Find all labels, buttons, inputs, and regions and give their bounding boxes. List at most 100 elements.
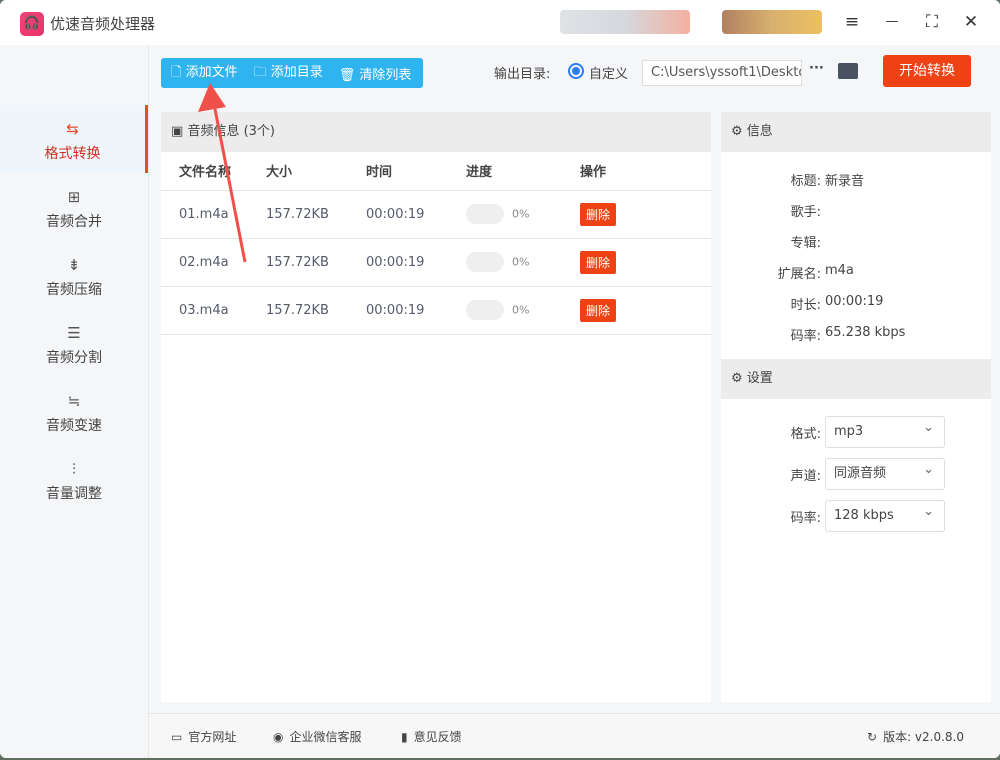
settings-header: ⚙ 设置 — [721, 359, 991, 399]
refresh-icon: ↻ — [867, 729, 878, 744]
progress-text: 0% — [512, 207, 530, 221]
add-file-button[interactable]: 🗋 添加文件 — [171, 61, 238, 85]
image-icon: ▣ — [171, 124, 184, 139]
clear-list-button[interactable]: 🗑 清除列表 — [339, 64, 412, 83]
sidebar: ⇆ 格式转换 ⊞ 音频合并 ⇟ 音频压缩 ☰ 音频分割 ≒ 音频变速 ⫶ 音量调整 — [0, 45, 148, 758]
file-panel-title: 音频信息 — [187, 124, 240, 139]
delete-button[interactable]: 删除 — [580, 202, 617, 226]
feedback-link[interactable]: ▮ 意见反馈 — [401, 728, 462, 745]
custom-radio[interactable] — [568, 63, 584, 79]
gear-icon: ⚙ — [731, 124, 743, 139]
progress-bar — [466, 300, 504, 320]
output-dir-label: 输出目录: — [494, 67, 551, 82]
table-row: 03.m4a 157.72KB 00:00:19 0% 删除 — [161, 286, 711, 335]
sidebar-item-compress[interactable]: ⇟ 音频压缩 — [0, 241, 148, 309]
sidebar-item-speed[interactable]: ≒ 音频变速 — [0, 377, 148, 445]
file-name: 01.m4a — [161, 190, 266, 239]
delete-button[interactable]: 删除 — [580, 250, 617, 274]
sidebar-item-format-convert[interactable]: ⇆ 格式转换 — [0, 105, 148, 173]
close-icon[interactable]: ✕ — [959, 10, 983, 34]
folder-icon[interactable] — [838, 63, 858, 79]
split-icon: ☰ — [67, 324, 81, 342]
speed-icon: ≒ — [67, 392, 81, 410]
col-size: 大小 — [266, 152, 366, 191]
table-header: 文件名称 大小 时间 进度 操作 — [161, 152, 711, 191]
maximize-icon[interactable]: ⛶ — [920, 10, 944, 34]
setting-key: 格式: — [790, 427, 821, 442]
sidebar-item-label: 音频变速 — [46, 418, 102, 434]
wechat-label: 企业微信客服 — [289, 730, 362, 744]
info-key: 歌手: — [790, 205, 821, 220]
col-action: 操作 — [580, 152, 711, 191]
feedback-icon: ▮ — [401, 729, 408, 744]
setting-row: 声道: 同源音频 — [721, 455, 991, 490]
volume-icon: ⫶ — [72, 460, 76, 478]
bitrate-select[interactable]: 128 kbps — [825, 497, 945, 532]
progress-text: 0% — [512, 255, 530, 269]
setting-row: 格式: mp3 — [721, 413, 991, 448]
more-button[interactable]: ··· — [809, 61, 824, 76]
info-value: 新录音 — [825, 174, 865, 189]
file-panel-header: ▣ 音频信息 (3个) — [161, 112, 711, 152]
wechat-link[interactable]: ◉ 企业微信客服 — [273, 728, 362, 745]
info-value: 65.238 kbps — [825, 325, 906, 340]
progress-bar — [466, 204, 504, 224]
version-info[interactable]: ↻ 版本: v2.0.8.0 — [867, 728, 964, 745]
setting-key: 声道: — [790, 469, 821, 484]
blurred-account — [560, 10, 690, 34]
sidebar-item-label: 音频压缩 — [46, 282, 102, 298]
info-value: 00:00:19 — [825, 294, 884, 309]
col-time: 时间 — [366, 152, 466, 191]
channel-select[interactable]: 同源音频 — [825, 455, 945, 490]
info-key: 标题: — [790, 174, 821, 189]
merge-icon: ⊞ — [67, 188, 81, 206]
output-path-field[interactable]: C:\Users\yssoft1\Desktop — [642, 60, 802, 86]
version-label: 版本: v2.0.8.0 — [883, 730, 965, 744]
blurred-avatar — [722, 10, 822, 34]
website-link[interactable]: ▭ 官方网址 — [171, 728, 236, 745]
settings-title: 设置 — [746, 371, 773, 386]
file-size: 157.72KB — [266, 190, 366, 239]
info-value: m4a — [825, 263, 854, 278]
file-table: 文件名称 大小 时间 进度 操作 01.m4a 157.72KB 00:00:19 0… — [161, 152, 711, 335]
headphones-icon: 🎧 — [20, 12, 44, 36]
sidebar-item-split[interactable]: ☰ 音频分割 — [0, 309, 148, 377]
start-convert-button[interactable]: 开始转换 — [883, 55, 971, 87]
minimize-icon[interactable]: — — [880, 10, 904, 34]
file-time: 00:00:19 — [366, 238, 466, 287]
main-area: 🗋 添加文件 🗀 添加目录 🗑 清除列表 输出目录: 自定义 C:\Users\… — [148, 45, 1000, 758]
info-key: 码率: — [790, 329, 821, 344]
file-time: 00:00:19 — [366, 286, 466, 335]
col-name: 文件名称 — [161, 152, 266, 191]
info-header: ⚙ 信息 — [721, 112, 991, 152]
file-size: 157.72KB — [266, 238, 366, 287]
file-size: 157.72KB — [266, 286, 366, 335]
feedback-label: 意见反馈 — [413, 730, 462, 744]
website-label: 官方网址 — [188, 730, 237, 744]
file-toolbar: 🗋 添加文件 🗀 添加目录 🗑 清除列表 — [161, 58, 423, 88]
sidebar-item-merge[interactable]: ⊞ 音频合并 — [0, 173, 148, 241]
progress-cell: 0% — [466, 190, 580, 239]
file-time: 00:00:19 — [366, 190, 466, 239]
clear-list-label: 清除列表 — [359, 67, 412, 83]
col-progress: 进度 — [466, 152, 580, 191]
add-file-label: 添加文件 — [185, 65, 238, 80]
custom-radio-label[interactable]: 自定义 — [589, 63, 628, 82]
table-row: 02.m4a 157.72KB 00:00:19 0% 删除 — [161, 238, 711, 287]
info-key: 专辑: — [790, 236, 821, 251]
footer: ▭ 官方网址 ◉ 企业微信客服 ▮ 意见反馈 ↻ 版本: v2.0.8.0 — [149, 713, 1000, 758]
sidebar-item-label: 格式转换 — [44, 146, 101, 162]
info-key: 扩展名: — [777, 267, 821, 282]
menu-icon[interactable]: ≡ — [840, 10, 864, 34]
format-select[interactable]: mp3 — [825, 413, 945, 448]
chat-icon: ◉ — [273, 729, 284, 744]
progress-cell: 0% — [466, 286, 580, 335]
file-name: 02.m4a — [161, 238, 266, 287]
add-dir-button[interactable]: 🗀 添加目录 — [254, 61, 323, 85]
setting-key: 码率: — [790, 511, 821, 526]
compress-icon: ⇟ — [67, 256, 81, 274]
delete-button[interactable]: 删除 — [580, 298, 617, 322]
progress-cell: 0% — [466, 238, 580, 287]
sidebar-item-volume[interactable]: ⫶ 音量调整 — [0, 445, 148, 513]
add-dir-label: 添加目录 — [270, 65, 323, 80]
